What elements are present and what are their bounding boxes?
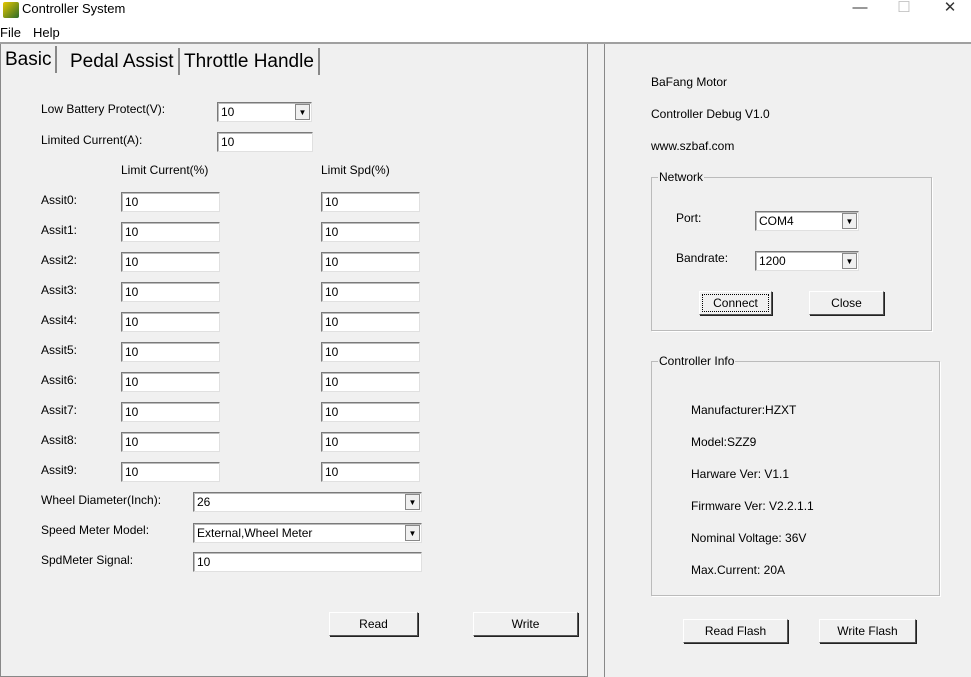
assist-current-input[interactable]: 10 <box>121 222 220 242</box>
tab-throttle-handle[interactable]: Throttle Handle <box>180 48 320 75</box>
assist-current-input[interactable]: 10 <box>121 432 220 452</box>
assist-label: Assit7: <box>41 403 78 417</box>
assist-current-input[interactable]: 10 <box>121 312 220 332</box>
chevron-down-icon: ▼ <box>842 253 857 269</box>
controller-info-title: Controller Info <box>658 354 736 368</box>
baud-label: Bandrate: <box>676 251 729 265</box>
read-flash-button[interactable]: Read Flash <box>683 619 788 643</box>
close-button[interactable]: ✕ <box>927 0 971 22</box>
assist-label: Assit8: <box>41 433 78 447</box>
low-battery-label: Low Battery Protect(V): <box>41 102 166 116</box>
firmware-version-label: Firmware Ver: V2.2.1.1 <box>691 499 814 513</box>
spd-signal-label: SpdMeter Signal: <box>41 553 134 567</box>
port-value: COM4 <box>759 214 794 228</box>
limit-current-header: Limit Current(%) <box>121 163 209 177</box>
assist-current-input[interactable]: 10 <box>121 282 220 302</box>
brand-label: BaFang Motor <box>651 75 728 89</box>
assist-current-input[interactable]: 10 <box>121 252 220 272</box>
assist-current-input[interactable]: 10 <box>121 372 220 392</box>
version-label: Controller Debug V1.0 <box>651 107 770 121</box>
menu-bar: File Help <box>0 22 971 44</box>
manufacturer-label: Manufacturer:HZXT <box>691 403 797 417</box>
chevron-down-icon: ▼ <box>295 104 310 120</box>
hardware-version-label: Harware Ver: V1.1 <box>691 467 790 481</box>
assist-label: Assit4: <box>41 313 78 327</box>
assist-label: Assit0: <box>41 193 78 207</box>
limited-current-input[interactable]: 10 <box>217 132 313 152</box>
baud-value: 1200 <box>759 254 786 268</box>
assist-current-input[interactable]: 10 <box>121 192 220 212</box>
model-label: Model:SZZ9 <box>691 435 757 449</box>
minimize-button[interactable]: — <box>837 0 883 22</box>
assist-label: Assit9: <box>41 463 78 477</box>
limit-speed-header: Limit Spd(%) <box>321 163 390 177</box>
chevron-down-icon: ▼ <box>405 525 420 541</box>
assist-speed-input[interactable]: 10 <box>321 462 420 482</box>
assist-speed-input[interactable]: 10 <box>321 252 420 272</box>
network-title: Network <box>658 170 705 184</box>
tab-pedal-assist[interactable]: Pedal Assist <box>66 48 180 75</box>
assist-speed-input[interactable]: 10 <box>321 432 420 452</box>
menu-help[interactable]: Help <box>33 25 60 40</box>
max-current-label: Max.Current: 20A <box>691 563 786 577</box>
app-logo-icon <box>3 2 19 18</box>
assist-label: Assit5: <box>41 343 78 357</box>
assist-label: Assit6: <box>41 373 78 387</box>
assist-current-input[interactable]: 10 <box>121 462 220 482</box>
connect-button[interactable]: Connect <box>699 291 772 315</box>
assist-speed-input[interactable]: 10 <box>321 312 420 332</box>
baud-select[interactable]: 1200 ▼ <box>755 251 859 271</box>
tab-basic[interactable]: Basic <box>1 46 58 73</box>
low-battery-value: 10 <box>221 105 235 119</box>
window-title: Controller System <box>22 1 126 16</box>
speed-meter-value: External,Wheel Meter <box>197 526 313 540</box>
menu-file[interactable]: File <box>0 25 21 40</box>
chevron-down-icon: ▼ <box>405 494 420 510</box>
speed-meter-label: Speed Meter Model: <box>41 523 150 537</box>
read-button[interactable]: Read <box>329 612 418 636</box>
speed-meter-select[interactable]: External,Wheel Meter ▼ <box>193 523 422 543</box>
wheel-diameter-label: Wheel Diameter(Inch): <box>41 493 162 507</box>
assist-current-input[interactable]: 10 <box>121 342 220 362</box>
maximize-button[interactable]: ☐ <box>881 0 927 22</box>
url-label: www.szbaf.com <box>651 139 735 153</box>
assist-speed-input[interactable]: 10 <box>321 372 420 392</box>
spd-signal-input[interactable]: 10 <box>193 552 422 572</box>
port-label: Port: <box>676 211 702 225</box>
limited-current-label: Limited Current(A): <box>41 133 143 147</box>
assist-speed-input[interactable]: 10 <box>321 192 420 212</box>
close-connection-button[interactable]: Close <box>809 291 884 315</box>
chevron-down-icon: ▼ <box>842 213 857 229</box>
assist-speed-input[interactable]: 10 <box>321 342 420 362</box>
assist-current-input[interactable]: 10 <box>121 402 220 422</box>
assist-speed-input[interactable]: 10 <box>321 282 420 302</box>
assist-speed-input[interactable]: 10 <box>321 222 420 242</box>
assist-speed-input[interactable]: 10 <box>321 402 420 422</box>
wheel-diameter-select[interactable]: 26 ▼ <box>193 492 422 512</box>
port-select[interactable]: COM4 ▼ <box>755 211 859 231</box>
nominal-voltage-label: Nominal Voltage: 36V <box>691 531 807 545</box>
low-battery-select[interactable]: 10 ▼ <box>217 102 312 122</box>
assist-label: Assit2: <box>41 253 78 267</box>
write-button[interactable]: Write <box>473 612 578 636</box>
write-flash-button[interactable]: Write Flash <box>819 619 916 643</box>
title-bar: Controller System — ☐ ✕ <box>0 0 971 22</box>
assist-label: Assit3: <box>41 283 78 297</box>
assist-label: Assit1: <box>41 223 78 237</box>
wheel-diameter-value: 26 <box>197 495 211 509</box>
